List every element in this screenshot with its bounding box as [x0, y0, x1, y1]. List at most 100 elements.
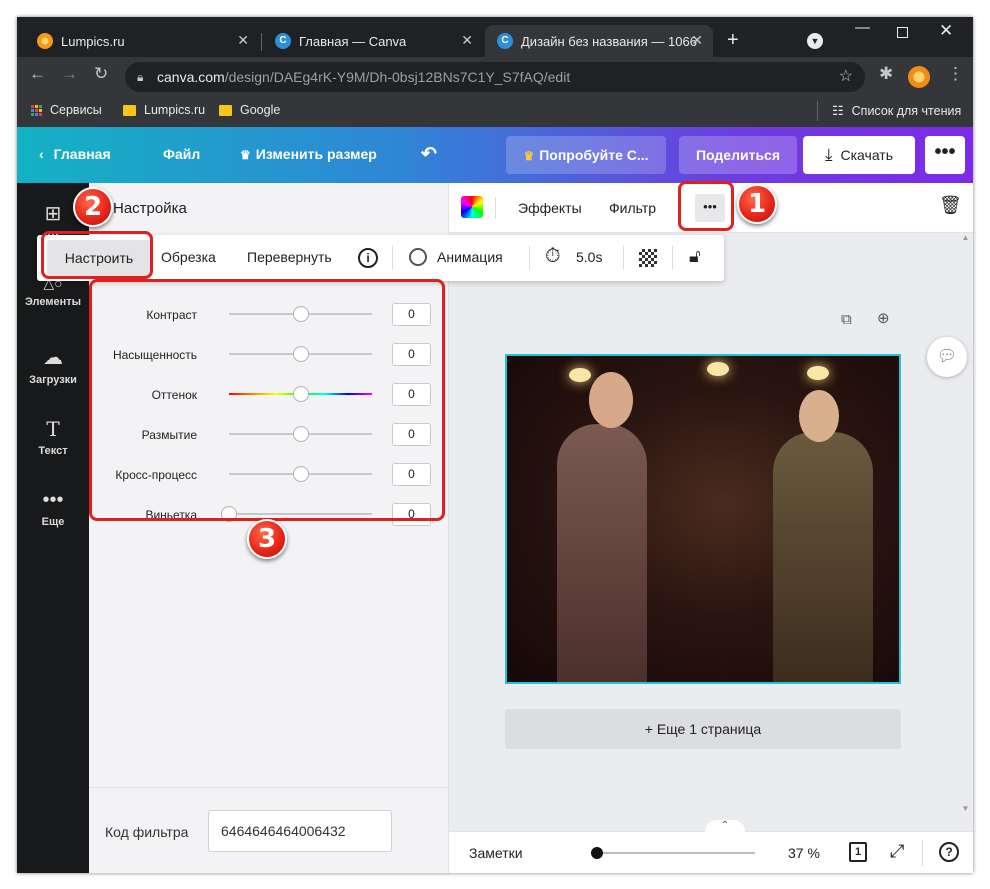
forward-icon[interactable]: → — [61, 64, 78, 84]
url-path: /design/DAEg4rK-Y9M/Dh-0bsj12BNs7C1Y_S7f… — [224, 69, 571, 85]
bookmark-services[interactable]: Сервисы — [31, 103, 102, 117]
crop-button[interactable]: Обрезка — [161, 249, 216, 265]
tab-title: Lumpics.ru — [61, 33, 125, 49]
color-picker-icon[interactable] — [461, 196, 483, 218]
bookmarks-bar: Сервисы Lumpics.ru Google ☷ Список для ч… — [17, 97, 973, 127]
back-icon[interactable]: ← — [29, 64, 46, 84]
scrollbar[interactable]: ▲ ▼ — [960, 233, 971, 813]
timer-icon: ⏱︎ — [545, 245, 561, 267]
close-icon[interactable]: ✕ — [237, 32, 249, 49]
undo-icon[interactable]: ↶ — [421, 143, 437, 166]
crown-icon: ♛ — [240, 148, 251, 162]
flip-button[interactable]: Перевернуть — [247, 249, 332, 265]
more-options-button[interactable]: ••• — [925, 136, 965, 174]
url-host: canva.com — [157, 69, 225, 85]
browser-window: Lumpics.ru ✕ C Главная — Canva ✕ C Дизай… — [17, 17, 973, 873]
tab-search-icon[interactable]: ▼ — [807, 33, 823, 49]
file-menu-button[interactable]: Файл — [163, 146, 200, 162]
canva-favicon: C — [497, 33, 513, 49]
home-label: Главная — [53, 146, 111, 162]
close-icon[interactable]: ✕ — [461, 32, 473, 49]
zoom-slider[interactable] — [591, 847, 755, 859]
sidebar-item-text[interactable]: T Текст — [17, 417, 89, 457]
browser-toolbar: ← → ↻ 🔒︎ canva.com/design/DAEg4rK-Y9M/Dh… — [17, 57, 973, 97]
folder-icon — [123, 104, 136, 116]
person-head — [799, 390, 839, 442]
close-icon[interactable]: ✕ — [691, 32, 703, 49]
filter-button[interactable]: Фильтр — [609, 200, 656, 216]
chevron-up-icon[interactable]: ⌃ — [705, 820, 745, 832]
person-figure — [557, 424, 647, 682]
tab-canva-design[interactable]: C Дизайн без названия — 1066 ✕ — [485, 25, 713, 57]
try-pro-label: Попробуйте С... — [539, 147, 649, 163]
fullscreen-icon[interactable]: ⤢ — [890, 841, 904, 862]
address-bar[interactable]: 🔒︎ canva.com/design/DAEg4rK-Y9M/Dh-0bsj1… — [125, 62, 865, 92]
reading-list[interactable]: ☷ Список для чтения — [832, 103, 961, 119]
apps-grid-icon — [31, 104, 42, 116]
maximize-icon[interactable] — [897, 27, 908, 38]
canva-sidebar: ⊞ Ш △○ Элементы ☁ Загрузки T Текст ••• Е… — [17, 183, 89, 873]
reading-list-label: Список для чтения — [851, 104, 962, 118]
info-icon[interactable]: i — [358, 248, 378, 268]
download-button[interactable]: ⤓ Скачать — [803, 136, 915, 174]
add-page-button[interactable]: + Еще 1 страница — [505, 709, 901, 749]
filter-code-input[interactable]: 6464646464006432 — [208, 810, 392, 852]
zoom-slider-knob[interactable] — [591, 847, 603, 859]
help-icon[interactable]: ? — [939, 842, 959, 862]
tab-lumpics[interactable]: Lumpics.ru ✕ — [25, 25, 259, 57]
upload-cloud-icon: ☁ — [43, 347, 63, 369]
transparency-icon[interactable] — [639, 249, 657, 267]
effects-button[interactable]: Эффекты — [518, 200, 582, 216]
bookmark-label: Lumpics.ru — [144, 103, 206, 117]
resize-button[interactable]: ♛ Изменить размер — [240, 146, 377, 162]
animation-button[interactable]: Анимация — [437, 249, 503, 265]
stage-light — [707, 362, 729, 376]
page-count-icon[interactable]: 1 — [849, 842, 867, 862]
minimize-icon[interactable]: — — [855, 19, 870, 36]
add-page-icon[interactable]: ⊕ — [877, 309, 890, 327]
canva-header: ‹ Главная Файл ♛ Изменить размер ↶ ♛ Попроб… — [17, 127, 973, 183]
stage-light — [569, 368, 591, 382]
bookmark-lumpics[interactable]: Lumpics.ru — [123, 103, 205, 117]
share-button[interactable]: Поделиться — [679, 136, 797, 174]
bookmark-google[interactable]: Google — [219, 103, 280, 117]
chevron-left-icon: ‹ — [39, 146, 44, 162]
animation-icon — [409, 248, 427, 266]
canva-favicon: C — [275, 33, 291, 49]
new-tab-icon[interactable]: + — [727, 29, 739, 52]
person-figure — [773, 432, 873, 682]
tab-title: Главная — Canva — [299, 33, 407, 49]
lock-icon: 🔒︎ — [137, 70, 144, 84]
duplicate-page-icon[interactable]: ⧉ — [841, 311, 852, 328]
notes-button[interactable]: Заметки — [469, 845, 523, 861]
extensions-icon[interactable]: ✱ — [879, 64, 893, 84]
sidebar-item-more[interactable]: ••• Еще — [17, 489, 89, 528]
zoom-level[interactable]: 37 % — [788, 845, 820, 861]
avatar[interactable] — [908, 66, 930, 88]
bookmark-label: Сервисы — [50, 103, 102, 117]
bottom-bar: ⌃ Заметки 37 % 1 ⤢ ? — [449, 820, 973, 873]
callout-highlight-adjust — [41, 231, 153, 279]
lock-icon[interactable]: 🔓︎ — [689, 246, 701, 267]
try-pro-button[interactable]: ♛ Попробуйте С... — [506, 136, 666, 174]
sidebar-item-label: Еще — [41, 516, 65, 528]
close-window-icon[interactable]: ✕ — [939, 21, 953, 41]
duration-button[interactable]: 5.0s — [576, 249, 602, 265]
reading-list-icon: ☷ — [832, 103, 844, 118]
tab-title: Дизайн без названия — 1066 — [521, 33, 697, 49]
trash-icon[interactable]: 🗑︎ — [939, 195, 962, 216]
tab-canva-home[interactable]: C Главная — Canva ✕ — [263, 25, 483, 57]
stage-light — [807, 366, 829, 380]
menu-kebab-icon[interactable]: ⋮ — [947, 64, 964, 84]
download-label: Скачать — [840, 147, 894, 163]
design-image[interactable] — [505, 354, 901, 684]
reload-icon[interactable]: ↻ — [94, 64, 108, 84]
sidebar-item-label: Элементы — [24, 296, 82, 308]
star-icon[interactable]: ☆ — [839, 62, 853, 92]
callout-number: 2 — [73, 187, 113, 227]
callout-highlight-more — [678, 181, 734, 231]
resize-label: Изменить размер — [255, 146, 377, 162]
bookmark-label: Google — [240, 103, 281, 117]
sidebar-item-uploads[interactable]: ☁ Загрузки — [17, 345, 89, 386]
home-button[interactable]: ‹ Главная — [39, 146, 111, 162]
